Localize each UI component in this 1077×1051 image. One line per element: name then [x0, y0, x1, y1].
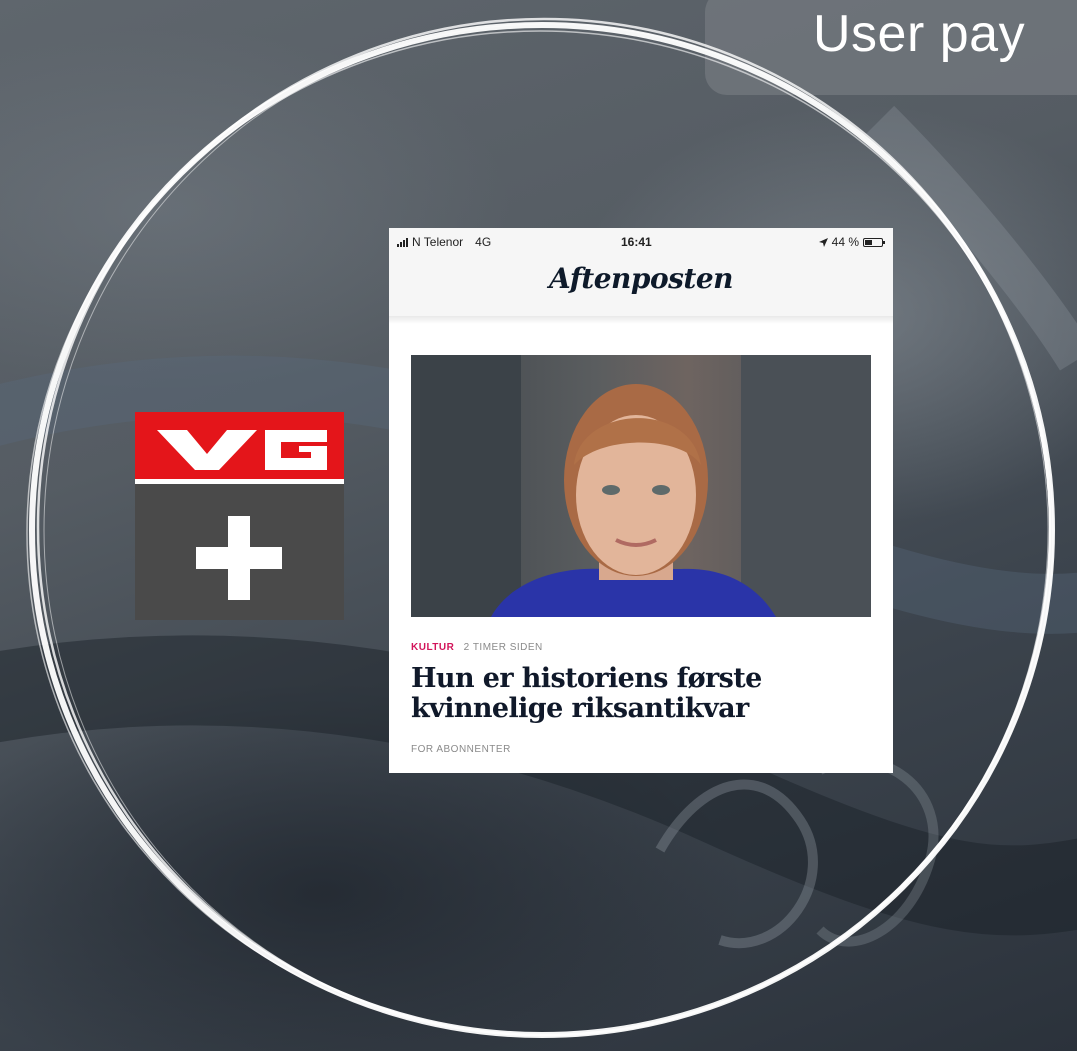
vg-plus-logo — [135, 412, 344, 620]
portrait-image — [411, 355, 871, 617]
article-headline[interactable]: Hun er historiens første kvinnelige riks… — [411, 664, 881, 724]
article-meta: KULTUR 2 TIMER SIDEN — [411, 642, 543, 653]
battery-percent: 44 % — [831, 235, 859, 249]
status-time: 16:41 — [621, 235, 652, 249]
status-bar: N Telenor 4G 16:41 44 % — [389, 228, 893, 254]
subscriber-label: FOR ABONNENTER — [411, 744, 511, 755]
masthead-divider — [389, 316, 893, 324]
headline-line-2: kvinnelige riksantikvar — [411, 693, 749, 724]
masthead: Aftenposten — [389, 254, 893, 317]
carrier-name: N Telenor — [412, 235, 464, 249]
battery-icon — [863, 237, 885, 247]
vg-logo-red-band — [135, 412, 344, 484]
status-left: N Telenor 4G — [397, 235, 491, 249]
network-type: 4G — [475, 235, 492, 249]
vg-lettering — [157, 430, 327, 470]
headline-line-1: Hun er historiens første — [411, 663, 762, 694]
plus-icon-vertical — [228, 516, 250, 600]
article-time: 2 TIMER SIDEN — [463, 642, 543, 653]
article-category[interactable]: KULTUR — [411, 642, 454, 653]
phone-screenshot: N Telenor 4G 16:41 44 % Aftenposten KULT… — [389, 228, 893, 773]
article-photo[interactable] — [411, 355, 871, 617]
location-arrow-icon — [818, 237, 828, 247]
masthead-logo: Aftenposten — [548, 262, 734, 295]
status-right: 44 % — [818, 235, 885, 249]
signal-icon — [397, 237, 408, 247]
